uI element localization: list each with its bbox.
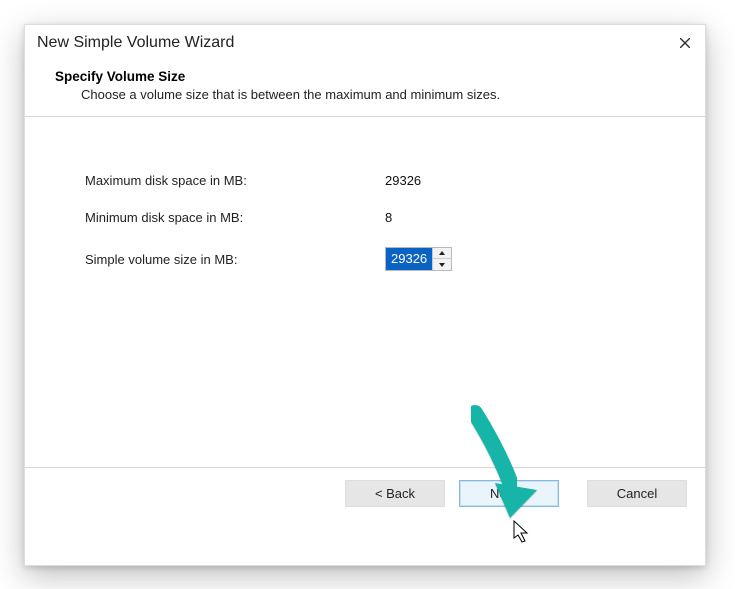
row-max-space: Maximum disk space in MB: 29326	[85, 173, 675, 188]
page-subtitle: Choose a volume size that is between the…	[55, 87, 687, 102]
max-space-value: 29326	[385, 173, 421, 188]
spinner-down-button[interactable]	[433, 259, 451, 270]
back-button-label: < Back	[375, 486, 415, 501]
title-bar: New Simple Volume Wizard	[25, 25, 705, 59]
button-row: < Back Next > Cancel	[25, 467, 705, 525]
row-min-space: Minimum disk space in MB: 8	[85, 210, 675, 225]
back-button[interactable]: < Back	[345, 480, 445, 507]
chevron-down-icon	[439, 263, 445, 267]
volume-size-label: Simple volume size in MB:	[85, 252, 385, 267]
chevron-up-icon	[439, 251, 445, 255]
row-volume-size: Simple volume size in MB: 29326	[85, 247, 675, 271]
volume-size-input[interactable]: 29326	[389, 249, 429, 268]
spinner-up-button[interactable]	[433, 248, 451, 259]
min-space-label: Minimum disk space in MB:	[85, 210, 385, 225]
cancel-button[interactable]: Cancel	[587, 480, 687, 507]
wizard-dialog: New Simple Volume Wizard Specify Volume …	[24, 24, 706, 566]
max-space-label: Maximum disk space in MB:	[85, 173, 385, 188]
wizard-header: Specify Volume Size Choose a volume size…	[25, 59, 705, 116]
window-title: New Simple Volume Wizard	[37, 34, 234, 51]
next-button-label: Next >	[490, 486, 528, 501]
min-space-value: 8	[385, 210, 392, 225]
content-area: Maximum disk space in MB: 29326 Minimum …	[25, 117, 705, 467]
next-button[interactable]: Next >	[459, 480, 559, 507]
volume-size-spinner[interactable]: 29326	[385, 247, 452, 271]
close-button[interactable]	[673, 31, 697, 55]
close-icon	[680, 38, 690, 48]
cancel-button-label: Cancel	[617, 486, 657, 501]
page-title: Specify Volume Size	[55, 69, 687, 84]
